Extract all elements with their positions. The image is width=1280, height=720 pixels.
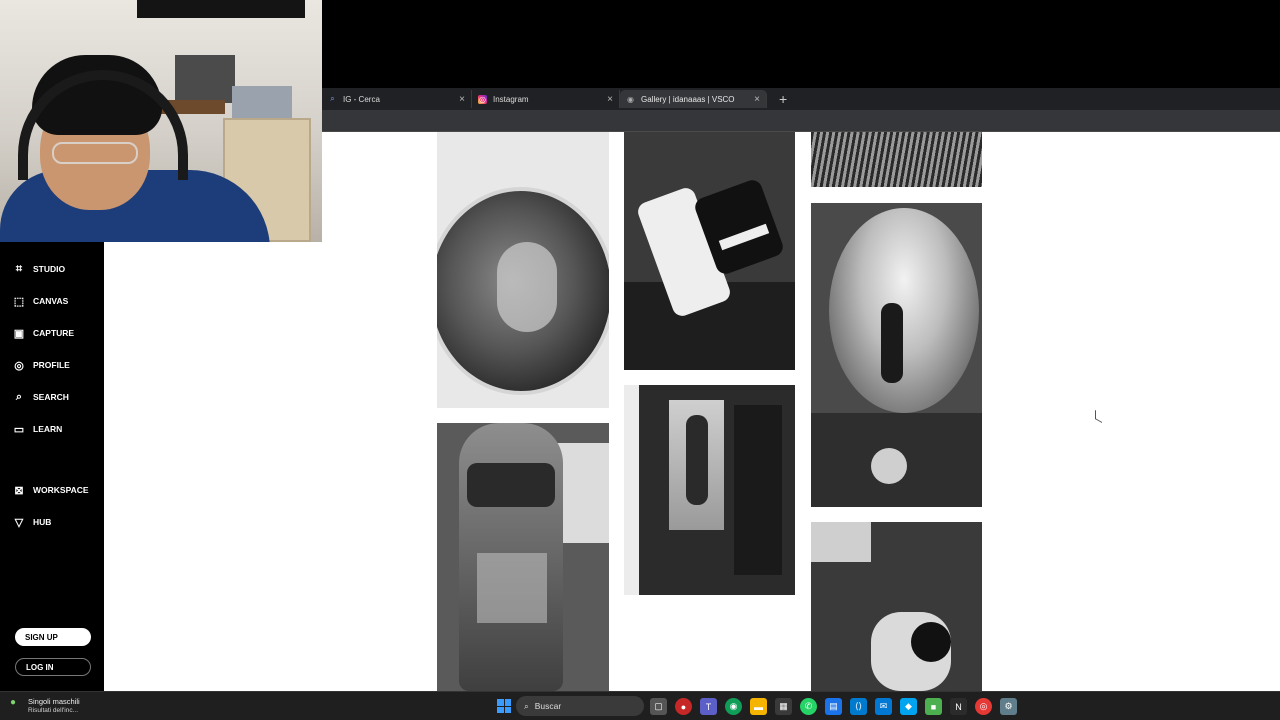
file-explorer-icon[interactable]: ▬ <box>750 698 767 715</box>
vsco-icon: ◉ <box>627 94 634 104</box>
sidebar-item-label: WORKSPACE <box>33 485 89 495</box>
book-icon: ▭ <box>13 423 25 436</box>
sidebar-item-studio[interactable]: ⌗ STUDIO <box>12 260 65 278</box>
windows-taskbar: ● Singoli maschili Risultati dell'inc...… <box>0 691 1280 720</box>
whatsapp-icon[interactable]: ✆ <box>800 698 817 715</box>
close-icon[interactable]: × <box>459 94 465 105</box>
vscode-icon[interactable]: ⟨⟩ <box>850 698 867 715</box>
workspace-icon: ⊠ <box>14 484 24 497</box>
tab-title: Instagram <box>493 94 529 104</box>
sidebar-item-learn[interactable]: ▭ LEARN <box>12 420 62 438</box>
webcam-tv <box>137 0 305 18</box>
sidebar-item-label: CANVAS <box>33 296 69 306</box>
gallery-photo[interactable] <box>624 132 795 370</box>
canvas-icon: ⬚ <box>13 295 25 308</box>
search-favicon-icon: ⌕ <box>330 94 335 103</box>
sidebar-item-search[interactable]: ⌕ SEARCH <box>12 388 69 406</box>
tab-vsco-gallery[interactable]: ◉ Gallery | idanaaas | VSCO × <box>620 90 767 108</box>
search-icon: ⌕ <box>524 700 529 711</box>
gallery-photo[interactable] <box>811 132 982 187</box>
browser-toolbar <box>322 110 1280 132</box>
browser-tab-bar: ⌕ IG - Cerca × ◎ Instagram × ◉ Gallery |… <box>322 88 1280 110</box>
task-view-icon[interactable]: ▢ <box>650 698 667 715</box>
widget-subtitle: Risultati dell'inc... <box>28 707 79 714</box>
outlook-icon[interactable]: ✉ <box>875 698 892 715</box>
sidebar-item-canvas[interactable]: ⬚ CANVAS <box>12 292 68 310</box>
mouse-cursor <box>1095 409 1102 424</box>
tennis-icon: ● <box>10 697 17 708</box>
app-browser-icon[interactable]: ◎ <box>975 698 992 715</box>
tab-instagram[interactable]: ◎ Instagram × <box>472 90 620 108</box>
app-blue-icon[interactable]: ◆ <box>900 698 917 715</box>
tab-title: Gallery | idanaaas | VSCO <box>641 94 735 104</box>
instagram-icon: ◎ <box>478 94 487 104</box>
app-red-icon[interactable]: ● <box>675 698 692 715</box>
taskbar-app-icons: ▢ ● T ◉ ▬ ▦ ✆ ▤ ⟨⟩ ✉ ◆ ■ N ◎ ⚙ <box>650 698 1017 715</box>
close-icon[interactable]: × <box>754 94 760 105</box>
login-button[interactable]: LOG IN <box>15 658 91 676</box>
capture-icon: ▣ <box>13 327 25 340</box>
sidebar-item-workspace[interactable]: ⊠ WORKSPACE <box>12 481 89 499</box>
gallery-photo[interactable] <box>811 522 982 691</box>
crop-icon: ⌗ <box>15 262 23 275</box>
taskbar-search-label: Buscar <box>534 701 562 711</box>
taskbar-widget[interactable]: ● Singoli maschili Risultati dell'inc... <box>10 697 80 715</box>
widget-title: Singoli maschili <box>28 697 80 706</box>
tab-ig-cerca[interactable]: ⌕ IG - Cerca × <box>322 90 472 108</box>
hub-icon: ▽ <box>14 516 24 529</box>
gallery-photo[interactable] <box>811 203 982 507</box>
sidebar-item-label: LEARN <box>33 424 63 434</box>
webcam-items <box>232 86 292 118</box>
signup-button[interactable]: SIGN UP <box>15 628 91 646</box>
calendar-icon[interactable]: ▤ <box>825 698 842 715</box>
minecraft-icon[interactable]: ■ <box>925 698 942 715</box>
sidebar-item-label: PROFILE <box>33 360 70 370</box>
vsco-sidebar: ⌗ STUDIO ⬚ CANVAS ▣ CAPTURE ◎ PROFILE ⌕ … <box>0 242 104 691</box>
sidebar-item-label: STUDIO <box>33 264 66 274</box>
settings-icon[interactable]: ⚙ <box>1000 698 1017 715</box>
notion-icon[interactable]: N <box>950 698 967 715</box>
profile-icon: ◎ <box>14 359 24 372</box>
sidebar-item-label: HUB <box>33 517 52 527</box>
gallery-photo[interactable] <box>437 423 609 691</box>
windows-start-icon[interactable] <box>497 699 511 713</box>
webcam-glasses <box>52 142 138 164</box>
new-tab-button[interactable]: + <box>779 92 787 106</box>
taskbar-search[interactable]: ⌕ Buscar <box>516 696 644 716</box>
store-icon[interactable]: ▦ <box>775 698 792 715</box>
gallery-photo[interactable] <box>624 385 795 595</box>
webcam-shelf <box>175 55 235 103</box>
webcam-overlay <box>0 0 322 242</box>
sidebar-item-label: SEARCH <box>33 392 69 402</box>
close-icon[interactable]: × <box>607 94 613 105</box>
sidebar-item-hub[interactable]: ▽ HUB <box>12 513 52 531</box>
teams-icon[interactable]: T <box>700 698 717 715</box>
sidebar-item-label: CAPTURE <box>33 328 75 338</box>
sidebar-item-profile[interactable]: ◎ PROFILE <box>12 356 70 374</box>
sidebar-item-capture[interactable]: ▣ CAPTURE <box>12 324 74 342</box>
gallery-photo[interactable] <box>437 132 609 408</box>
chrome-icon[interactable]: ◉ <box>725 698 742 715</box>
search-icon: ⌕ <box>15 390 23 403</box>
tab-title: IG - Cerca <box>343 94 380 104</box>
